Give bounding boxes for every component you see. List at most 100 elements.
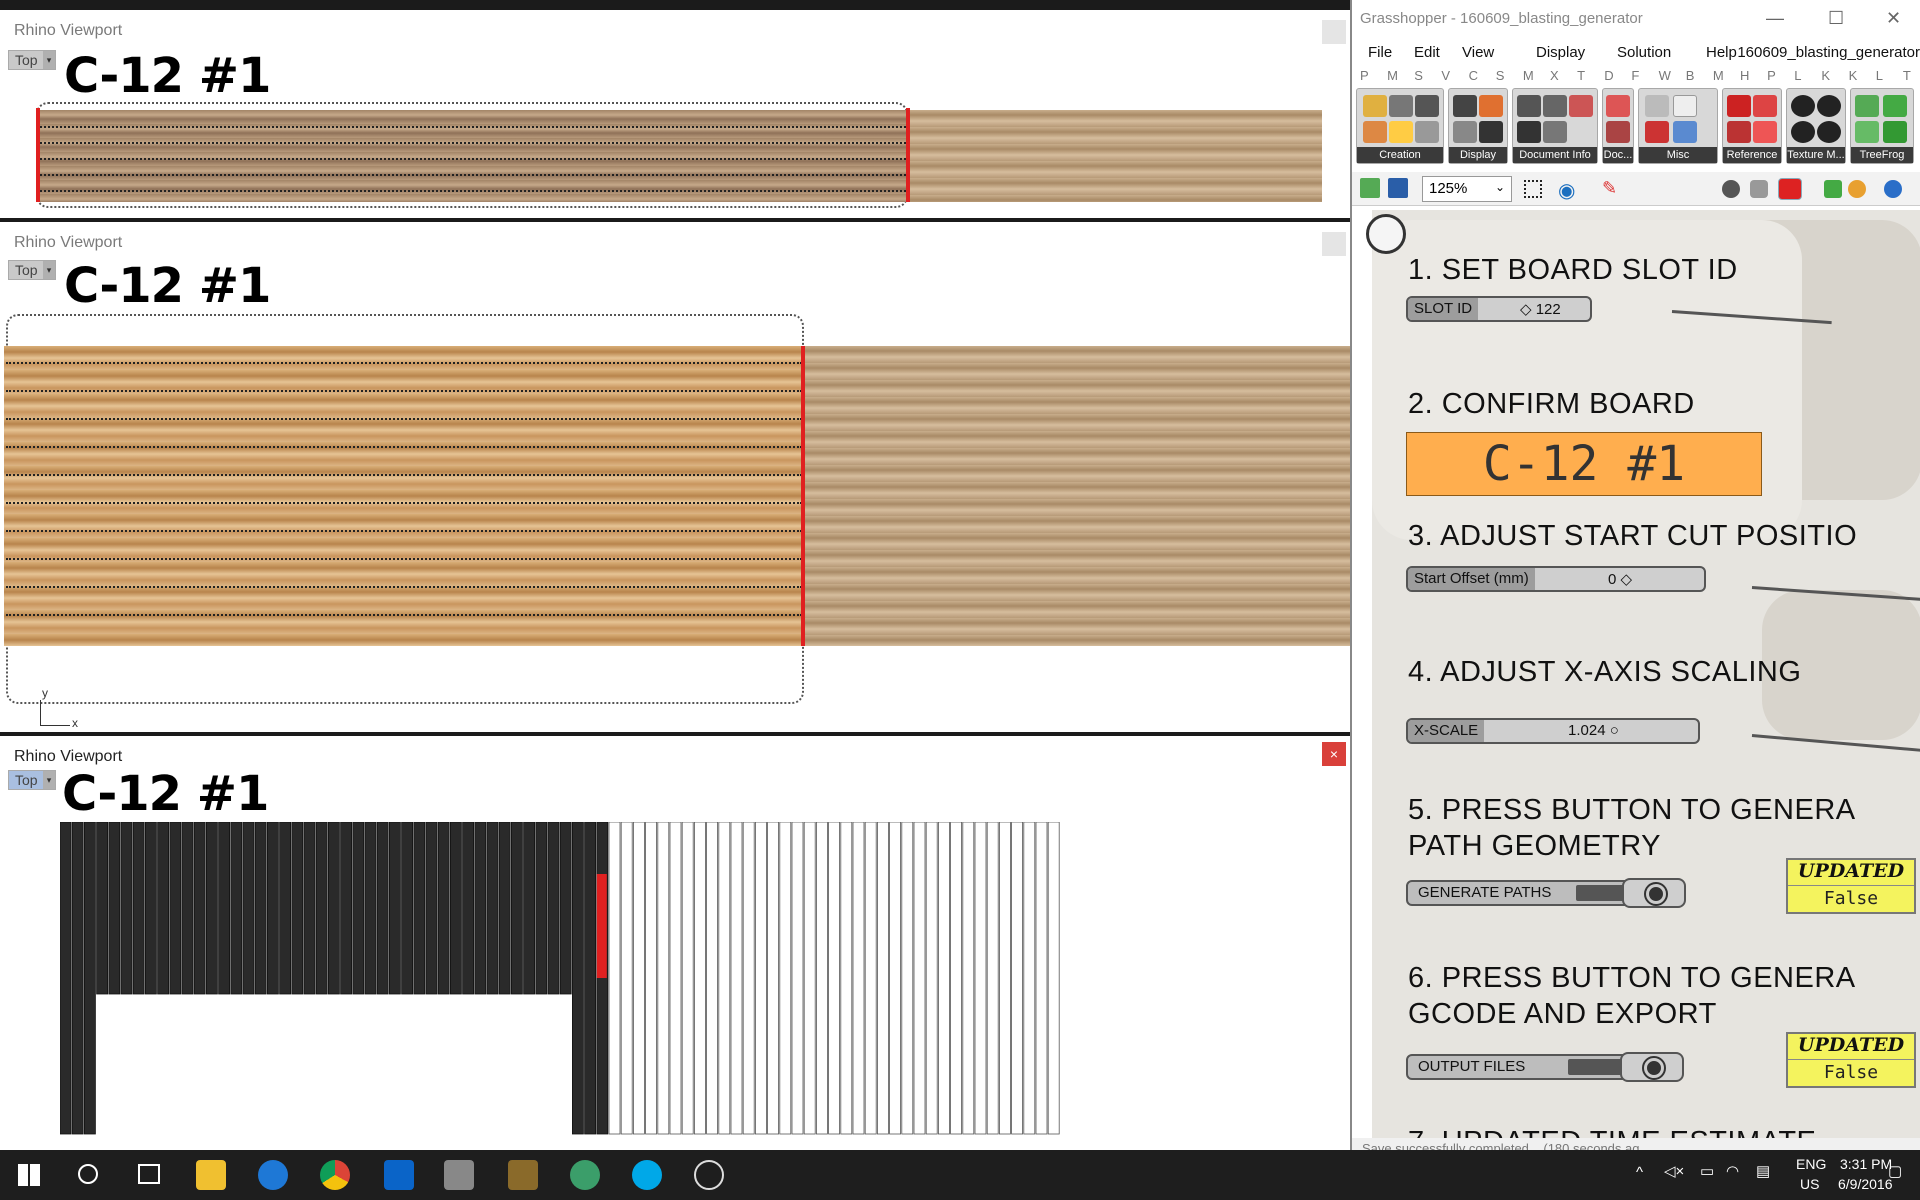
material-icon[interactable] [1848, 180, 1866, 198]
ribbon-group-document-info[interactable]: Document Info [1512, 88, 1598, 164]
close-icon[interactable] [1322, 20, 1346, 44]
start-offset-slider[interactable]: Start Offset (mm) 0 ◇ [1406, 566, 1706, 592]
bake-icon[interactable] [1824, 180, 1842, 198]
open-icon[interactable] [1360, 178, 1380, 198]
component-icon[interactable] [1389, 121, 1413, 143]
component-tab[interactable]: C [1469, 68, 1478, 83]
component-tab[interactable]: B [1686, 68, 1695, 83]
component-tab[interactable]: M [1387, 68, 1398, 83]
rhino-viewport-2[interactable]: Rhino Viewport Top ▾ C-12 #1 y x [0, 222, 1350, 732]
output-files-button[interactable]: OUTPUT FILES [1406, 1054, 1632, 1080]
component-icon[interactable] [1415, 95, 1439, 117]
slot-id-slider[interactable]: SLOT ID ◇ 122 [1406, 296, 1592, 322]
component-tab[interactable]: T [1577, 68, 1585, 83]
component-icon[interactable] [1645, 95, 1669, 117]
canvas-navigator-icon[interactable] [1366, 214, 1406, 254]
component-icon[interactable] [1517, 121, 1541, 143]
ribbon-group-treefrog[interactable]: TreeFrog [1850, 88, 1914, 164]
component-tab[interactable]: F [1631, 68, 1639, 83]
rhino-viewport-1[interactable]: Rhino Viewport Top ▾ C-12 #1 [0, 10, 1350, 218]
sublime-icon[interactable] [508, 1160, 538, 1190]
component-tab[interactable]: S [1414, 68, 1423, 83]
skype-icon[interactable] [632, 1160, 662, 1190]
shaded-preview-icon[interactable] [1722, 180, 1740, 198]
component-tab[interactable]: V [1441, 68, 1450, 83]
component-icon[interactable] [1479, 95, 1503, 117]
ribbon-group-doc[interactable]: Doc... [1602, 88, 1634, 164]
component-icon[interactable] [1727, 121, 1751, 143]
menu-solution[interactable]: Solution [1617, 44, 1671, 61]
preview-eye-icon[interactable]: ◉ [1558, 178, 1575, 203]
component-icon[interactable] [1569, 95, 1593, 117]
component-icon[interactable] [1817, 95, 1841, 117]
app-icon[interactable] [694, 1160, 724, 1190]
edge-icon[interactable] [258, 1160, 288, 1190]
notification-icon[interactable]: ▤ [1756, 1162, 1770, 1180]
data-dam-component[interactable] [1622, 878, 1686, 908]
component-icon[interactable] [1855, 95, 1879, 117]
component-icon[interactable] [1817, 121, 1841, 143]
x-scale-slider[interactable]: X-SCALE 1.024 ○ [1406, 718, 1700, 744]
component-tab[interactable]: S [1496, 68, 1505, 83]
action-center-icon[interactable]: ▢ [1888, 1162, 1902, 1180]
component-tab[interactable]: W [1659, 68, 1671, 83]
component-icon[interactable] [1543, 121, 1567, 143]
component-icon[interactable] [1363, 121, 1387, 143]
component-icon[interactable] [1673, 121, 1697, 143]
ribbon-group-display[interactable]: Display [1448, 88, 1508, 164]
ribbon-group-texture[interactable]: Texture M... [1786, 88, 1846, 164]
ribbon-group-misc[interactable]: Misc [1638, 88, 1718, 164]
language-indicator[interactable]: ENG [1796, 1156, 1826, 1172]
ribbon-group-reference[interactable]: Reference [1722, 88, 1782, 164]
component-icon[interactable] [1883, 95, 1907, 117]
component-icon[interactable] [1606, 121, 1630, 143]
component-icon[interactable] [1453, 95, 1477, 117]
volume-icon[interactable]: ◁× [1664, 1162, 1684, 1180]
menu-help[interactable]: Help [1706, 44, 1737, 61]
chevron-down-icon[interactable]: ▾ [43, 51, 55, 69]
component-icon[interactable] [1791, 95, 1815, 117]
battery-icon[interactable]: ▭ [1700, 1162, 1714, 1180]
generate-paths-button[interactable]: GENERATE PATHS [1406, 880, 1640, 906]
component-tab[interactable]: P [1767, 68, 1776, 83]
component-icon[interactable] [1363, 95, 1387, 117]
chrome-icon[interactable] [320, 1160, 350, 1190]
save-icon[interactable] [1388, 178, 1408, 198]
view-dropdown[interactable]: Top ▾ [8, 50, 56, 70]
component-tab[interactable]: M [1523, 68, 1534, 83]
component-tab[interactable]: K [1821, 68, 1830, 83]
chevron-down-icon[interactable]: ▾ [43, 261, 55, 279]
chevron-down-icon[interactable]: ▾ [43, 771, 55, 789]
component-tab[interactable]: T [1903, 68, 1911, 83]
close-icon[interactable]: × [1322, 742, 1346, 766]
updated-panel-1[interactable]: UPDATED False [1786, 858, 1916, 914]
component-tab[interactable]: M [1713, 68, 1724, 83]
minimize-icon[interactable]: — [1766, 8, 1784, 29]
board-panel[interactable]: C-12 #1 [1406, 432, 1762, 496]
wire-preview-icon[interactable] [1750, 180, 1768, 198]
component-tab[interactable]: L [1876, 68, 1883, 83]
grasshopper-canvas[interactable]: 1. SET BOARD SLOT ID SLOT ID ◇ 122 2. CO… [1366, 210, 1920, 1158]
component-icon[interactable] [1791, 121, 1815, 143]
component-icon[interactable] [1673, 95, 1697, 117]
component-icon[interactable] [1389, 95, 1413, 117]
task-view-icon[interactable] [138, 1164, 160, 1184]
component-icon[interactable] [1543, 95, 1567, 117]
outlook-icon[interactable] [384, 1160, 414, 1190]
close-icon[interactable] [1322, 232, 1346, 256]
data-dam-component[interactable] [1620, 1052, 1684, 1082]
menu-file[interactable]: File [1368, 44, 1392, 61]
component-icon[interactable] [1727, 95, 1751, 117]
view-dropdown[interactable]: Top ▾ [8, 770, 56, 790]
clock-time[interactable]: 3:31 PM [1840, 1156, 1892, 1172]
windows-start-icon[interactable] [18, 1164, 40, 1186]
component-icon[interactable] [1453, 121, 1477, 143]
search-icon[interactable] [78, 1164, 98, 1184]
button-face[interactable] [1568, 1059, 1626, 1075]
component-icon[interactable] [1753, 95, 1777, 117]
chevron-up-icon[interactable]: ^ [1636, 1164, 1643, 1181]
component-icon[interactable] [1753, 121, 1777, 143]
component-icon[interactable] [1517, 95, 1541, 117]
updated-panel-2[interactable]: UPDATED False [1786, 1032, 1916, 1088]
atom-icon[interactable] [570, 1160, 600, 1190]
